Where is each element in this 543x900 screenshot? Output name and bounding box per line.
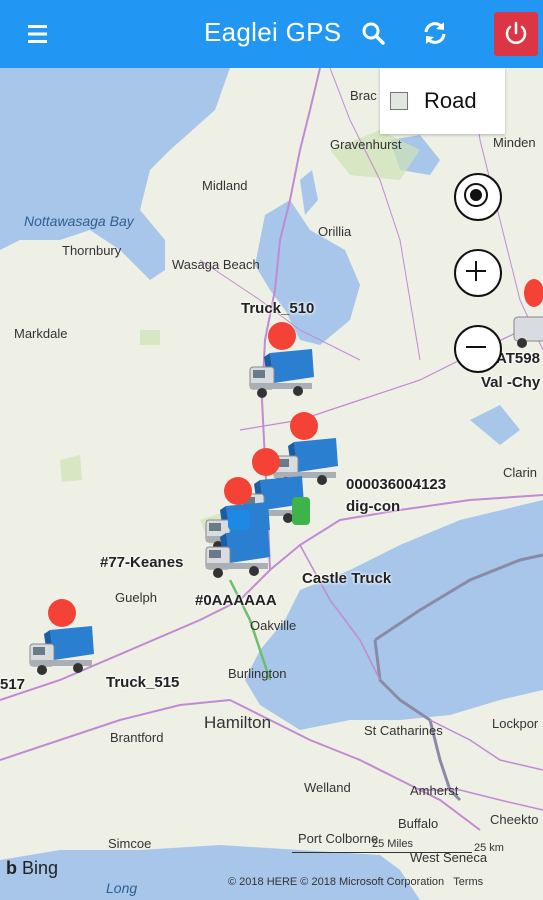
locate-button[interactable]: [454, 173, 502, 221]
scale-km: 25 km: [474, 842, 504, 854]
map-type-selector[interactable]: Road: [380, 68, 505, 134]
place-label: Wasaga Beach: [172, 257, 260, 272]
place-label: Markdale: [14, 326, 68, 341]
vehicle-alert-marker[interactable]: [224, 477, 252, 505]
locate-icon: [464, 183, 488, 207]
place-label: Minden: [493, 135, 536, 150]
vehicle-alert-marker[interactable]: [268, 322, 296, 350]
search-icon: [362, 22, 385, 45]
bing-text: Bing: [22, 858, 59, 878]
place-label: Brac: [350, 88, 377, 103]
place-label: Cheekto: [490, 812, 539, 827]
terms-link[interactable]: Terms: [453, 876, 483, 888]
bing-b-icon: b: [6, 858, 17, 878]
truck-marker[interactable]: [204, 525, 274, 581]
scale-miles: 25 Miles: [372, 838, 413, 850]
menu-button[interactable]: [24, 20, 54, 48]
minus-icon: [466, 346, 486, 348]
place-label: Midland: [202, 178, 248, 193]
place-label: Brantford: [110, 730, 164, 745]
place-label: Lockpor: [492, 716, 539, 731]
vehicle-label[interactable]: 517: [0, 676, 25, 693]
place-label: Long: [106, 880, 138, 896]
place-label: Clarin: [503, 465, 537, 480]
refresh-button[interactable]: [420, 18, 450, 48]
place-label: Amherst: [410, 783, 459, 798]
logout-button[interactable]: [494, 12, 538, 56]
vehicle-label[interactable]: Val -Chy: [481, 374, 540, 391]
top-bar: Eaglei GPS: [0, 0, 543, 68]
cluster-marker[interactable]: [228, 510, 250, 530]
vehicle-alert-marker[interactable]: [252, 448, 280, 476]
map-type-label: Road: [424, 88, 477, 113]
map-type-thumbnail-icon: [390, 92, 408, 110]
search-button[interactable]: [360, 20, 388, 48]
place-label: Simcoe: [108, 836, 152, 851]
copyright-text: © 2018 HERE © 2018 Microsoft Corporation: [228, 876, 445, 888]
place-label: Orillia: [318, 224, 352, 239]
map-scale: 25 Miles 25 km: [292, 838, 512, 866]
vehicle-label[interactable]: 000036004123: [346, 476, 446, 493]
vehicle-alert-marker[interactable]: [524, 279, 543, 307]
bing-logo: b Bing: [6, 858, 58, 879]
place-label: Oakville: [250, 618, 297, 633]
car-marker[interactable]: [292, 497, 310, 525]
vehicle-label[interactable]: #0AAAAAA: [195, 592, 277, 609]
vehicle-label[interactable]: #77-Keanes: [100, 554, 183, 571]
place-label: Hamilton: [204, 713, 272, 732]
vehicle-label[interactable]: dig-con: [346, 498, 400, 515]
place-label: Buffalo: [398, 816, 439, 831]
vehicle-label[interactable]: Truck_510: [241, 300, 314, 317]
place-label: Burlington: [228, 666, 287, 681]
vehicle-label[interactable]: AT598: [496, 350, 540, 367]
place-label: Gravenhurst: [330, 137, 402, 152]
vehicle-alert-marker[interactable]: [290, 412, 318, 440]
vehicle-label[interactable]: Truck_515: [106, 674, 179, 691]
vehicle-label[interactable]: Castle Truck: [302, 570, 391, 587]
vehicle-alert-marker[interactable]: [48, 599, 76, 627]
place-label: Welland: [304, 780, 351, 795]
refresh-icon: [424, 22, 446, 44]
zoom-in-button[interactable]: [454, 249, 502, 297]
zoom-out-button[interactable]: [454, 325, 502, 373]
scale-bar: [292, 852, 472, 853]
plus-icon: [466, 261, 486, 281]
place-label: Nottawasaga Bay: [24, 213, 134, 229]
power-icon: [505, 21, 527, 44]
place-label: Thornbury: [62, 243, 122, 258]
map-copyright: © 2018 HERE © 2018 Microsoft Corporation…: [228, 876, 483, 888]
place-label: Guelph: [115, 590, 157, 605]
truck-marker[interactable]: [28, 622, 98, 678]
hamburger-menu-icon: [28, 25, 47, 43]
app-title: Eaglei GPS: [204, 17, 342, 47]
place-label: St Catharines: [364, 723, 443, 738]
truck-marker[interactable]: [248, 345, 318, 401]
